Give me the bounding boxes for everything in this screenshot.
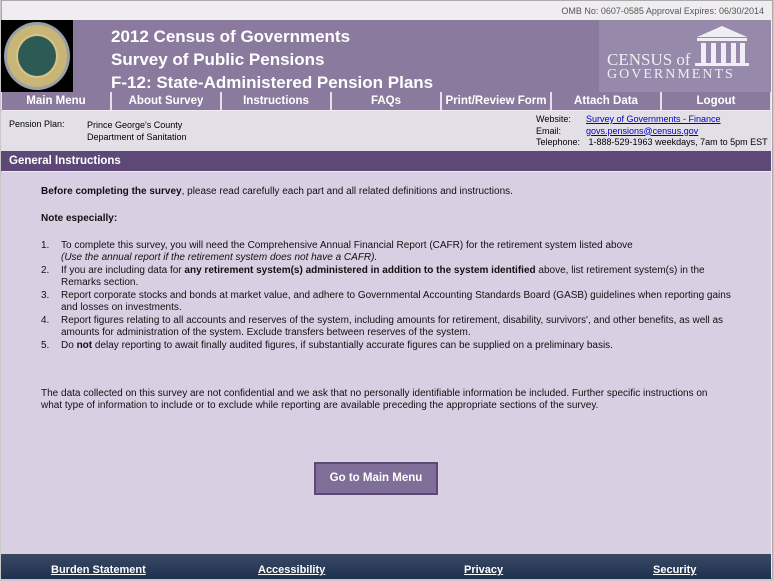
census-of-governments-logo: CENSUS of GOVERNMENTS xyxy=(599,20,771,92)
go-to-main-menu-button[interactable]: Go to Main Menu xyxy=(314,462,438,495)
list-item: 5. Do not delay reporting to await finall… xyxy=(41,340,613,351)
list-item: 2. If you are including data for any reti… xyxy=(41,265,705,288)
nav-attach-data[interactable]: Attach Data xyxy=(552,92,660,110)
section-header: General Instructions xyxy=(1,151,771,171)
note-heading: Note especially: xyxy=(41,213,118,224)
intro: Before completing the survey, please rea… xyxy=(41,186,513,197)
pension-plan-value: Prince George's County Department of San… xyxy=(87,120,187,142)
contact-info: Website: Survey of Governments - Finance … xyxy=(536,114,768,147)
nav-main-menu[interactable]: Main Menu xyxy=(2,92,110,110)
website-link[interactable]: Survey of Governments - Finance xyxy=(586,114,721,124)
info-bar: Pension Plan: Prince George's County Dep… xyxy=(1,111,771,151)
title-line-2: Survey of Public Pensions xyxy=(111,50,325,69)
privacy-link[interactable]: Privacy xyxy=(464,564,503,576)
omb-info: OMB No: 0607-0585 Approval Expires: 06/3… xyxy=(561,6,764,16)
list-item: 4. Report figures relating to all account… xyxy=(41,315,724,338)
pension-plan-label: Pension Plan: xyxy=(9,119,65,129)
accessibility-link[interactable]: Accessibility xyxy=(258,564,325,576)
list-item: 3. Report corporate stocks and bonds at m… xyxy=(41,290,731,313)
nav-logout[interactable]: Logout xyxy=(662,92,770,110)
footer: Burden Statement Accessibility Privacy S… xyxy=(1,554,771,579)
instructions-content: Before completing the survey, please rea… xyxy=(1,172,771,554)
security-link[interactable]: Security xyxy=(653,564,696,576)
nav-print-review-form[interactable]: Print/Review Form xyxy=(442,92,550,110)
nav-instructions[interactable]: Instructions xyxy=(222,92,330,110)
commerce-seal-logo xyxy=(1,20,73,92)
instruction-list: 1. To complete this survey, you will need… xyxy=(41,240,731,353)
header: 2012 Census of Governments Survey of Pub… xyxy=(1,20,771,92)
nav-about-survey[interactable]: About Survey xyxy=(112,92,220,110)
title-line-3: F-12: State-Administered Pension Plans xyxy=(111,73,434,92)
email-link[interactable]: govs.pensions@census.gov xyxy=(586,126,698,136)
title-line-1: 2012 Census of Governments xyxy=(111,27,351,46)
nav-faqs[interactable]: FAQs xyxy=(332,92,440,110)
temple-icon xyxy=(695,26,749,66)
burden-statement-link[interactable]: Burden Statement xyxy=(51,564,146,576)
header-titles: 2012 Census of Governments Survey of Pub… xyxy=(111,25,433,94)
closing-paragraph: The data collected on this survey are no… xyxy=(41,388,708,411)
list-item: 1. To complete this survey, you will need… xyxy=(41,240,633,263)
phone: 1-888-529-1963 weekdays, 7am to 5pm EST xyxy=(588,137,768,147)
main-nav: Main Menu About Survey Instructions FAQs… xyxy=(1,92,771,110)
